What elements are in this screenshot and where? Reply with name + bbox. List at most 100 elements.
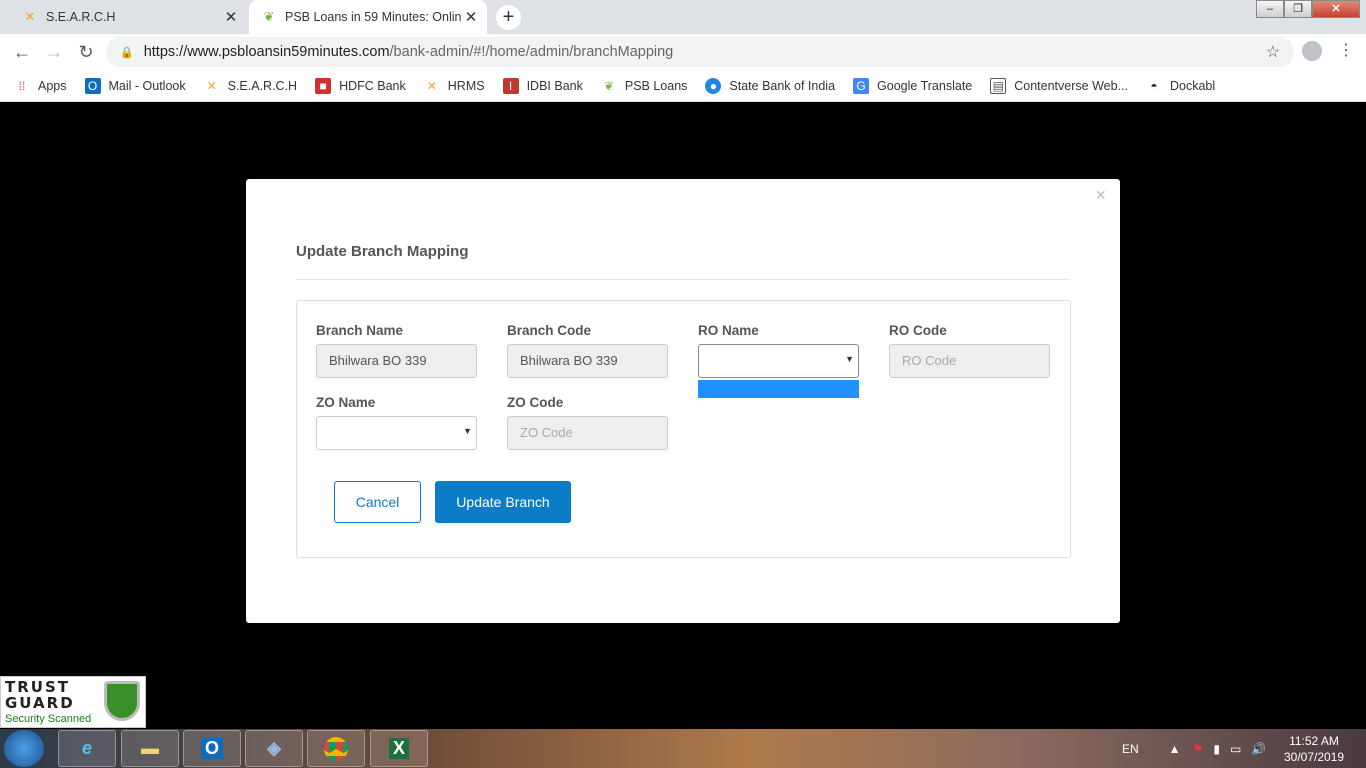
- back-button[interactable]: ←: [6, 42, 38, 63]
- tray-up-icon[interactable]: ▲: [1169, 742, 1181, 756]
- idbi-icon: I: [502, 77, 519, 94]
- trust-guard-badge[interactable]: TRUST GUARD Security Scanned: [0, 676, 146, 728]
- trust-guard-logo: TRUST GUARD: [5, 678, 75, 712]
- bookmark-label: Apps: [38, 78, 67, 93]
- bookmark-label: PSB Loans: [624, 78, 688, 93]
- outlook-icon[interactable]: O: [183, 730, 241, 767]
- clock[interactable]: 11:52 AM 30/07/2019: [1276, 733, 1352, 765]
- ro-name-dropdown-option[interactable]: [698, 380, 859, 398]
- bookmark-search[interactable]: ✕ S.E.A.R.C.H: [204, 78, 298, 94]
- app-icon[interactable]: ◈: [245, 730, 303, 767]
- reload-button[interactable]: ↻: [70, 42, 102, 63]
- excel-icon[interactable]: X: [370, 730, 428, 767]
- power-icon[interactable]: ▮: [1213, 742, 1220, 756]
- psb-logo-icon: ❦: [603, 78, 614, 93]
- forward-button[interactable]: →: [38, 42, 70, 63]
- url-host: https://www.psbloansin59minutes.com: [143, 44, 390, 60]
- zo-code-field: ZO Code ZO Code: [507, 395, 668, 450]
- apps-grid-icon: ⁞⁞: [18, 78, 26, 93]
- update-branch-modal: × Update Branch Mapping Branch Name Bhil…: [246, 179, 1120, 623]
- zo-code-input: ZO Code: [507, 416, 668, 450]
- hrms-icon: ✕: [426, 78, 437, 93]
- bookmark-outlook[interactable]: O Mail - Outlook: [84, 77, 186, 94]
- tab-search[interactable]: ✕ S.E.A.R.C.H ✕: [0, 0, 247, 34]
- bookmark-hrms[interactable]: ✕ HRMS: [424, 78, 485, 94]
- url-path: /bank-admin/#!/home/admin/branchMapping: [389, 44, 674, 60]
- branch-name-input: Bhilwara BO 339: [316, 344, 477, 378]
- search-logo-icon: ✕: [206, 78, 217, 93]
- start-button[interactable]: [4, 730, 44, 767]
- volume-icon[interactable]: 🔊: [1251, 742, 1266, 756]
- bookmark-sbi[interactable]: ● State Bank of India: [705, 77, 836, 94]
- minimize-button[interactable]: –: [1256, 0, 1284, 18]
- new-tab-button[interactable]: +: [496, 5, 521, 30]
- branch-code-label: Branch Code: [507, 323, 592, 338]
- search-logo-icon: ✕: [24, 9, 36, 24]
- bookmark-label: IDBI Bank: [526, 78, 583, 93]
- address-bar[interactable]: 🔒 https://www.psbloansin59minutes.com/ba…: [106, 37, 1294, 67]
- tab-title: S.E.A.R.C.H: [46, 10, 116, 24]
- bookmark-hdfc[interactable]: ■ HDFC Bank: [315, 77, 406, 94]
- modal-title: Update Branch Mapping: [296, 243, 469, 260]
- bookmark-contentverse[interactable]: ▤ Contentverse Web...: [990, 77, 1128, 94]
- bookmark-star-icon[interactable]: ☆: [1266, 42, 1280, 62]
- branch-code-input: Bhilwara BO 339: [507, 344, 668, 378]
- menu-dots-icon[interactable]: ⋮: [1338, 40, 1354, 60]
- contentverse-icon: ▤: [990, 77, 1007, 94]
- dropdown-arrow-icon: ▼: [463, 426, 472, 436]
- bookmark-label: Contentverse Web...: [1014, 78, 1128, 93]
- language-indicator[interactable]: EN: [1122, 742, 1139, 756]
- sbi-icon: ●: [705, 77, 722, 94]
- bookmarks-bar: ⁞⁞ Apps O Mail - Outlook ✕ S.E.A.R.C.H ■ HDF…: [0, 70, 1366, 102]
- zo-name-select[interactable]: ▼: [316, 416, 477, 450]
- window-close-button[interactable]: ✕: [1312, 0, 1360, 18]
- profile-avatar[interactable]: [1302, 41, 1322, 61]
- window-controls: – ❐ ✕: [1256, 0, 1360, 18]
- outlook-icon: O: [84, 77, 101, 94]
- shield-icon: [104, 681, 140, 721]
- clock-time: 11:52 AM: [1289, 734, 1339, 748]
- hdfc-icon: ■: [315, 77, 332, 94]
- dropdown-arrow-icon: ▼: [845, 354, 854, 364]
- branch-code-field: Branch Code Bhilwara BO 339: [507, 323, 668, 378]
- bookmark-label: HDFC Bank: [339, 78, 406, 93]
- clock-date: 30/07/2019: [1283, 750, 1345, 764]
- ro-name-field: RO Name ▼: [698, 323, 859, 378]
- maximize-button[interactable]: ❐: [1284, 0, 1312, 18]
- form-panel: Branch Name Bhilwara BO 339 Branch Code …: [296, 300, 1071, 558]
- psb-logo-icon: ❦: [263, 9, 275, 24]
- bookmark-idbi[interactable]: I IDBI Bank: [502, 77, 583, 94]
- system-tray: EN ▲ ⚑ ▮ ▭ 🔊: [1122, 729, 1266, 768]
- bookmark-label: HRMS: [447, 78, 485, 93]
- close-icon[interactable]: ✕: [461, 8, 481, 26]
- cancel-button[interactable]: Cancel: [334, 481, 421, 523]
- bookmark-psb[interactable]: ❦ PSB Loans: [601, 78, 688, 94]
- bookmark-apps[interactable]: ⁞⁞ Apps: [14, 78, 67, 94]
- ro-code-input: RO Code: [889, 344, 1050, 378]
- ro-code-label: RO Code: [889, 323, 947, 338]
- file-explorer-icon[interactable]: ▬: [121, 730, 179, 767]
- branch-name-field: Branch Name Bhilwara BO 339: [316, 323, 477, 378]
- close-icon[interactable]: ✕: [221, 8, 241, 26]
- tab-psb-loans[interactable]: ❦ PSB Loans in 59 Minutes: Online ✕: [249, 0, 487, 34]
- divider: [296, 279, 1070, 280]
- bookmark-label: State Bank of India: [729, 78, 836, 93]
- zo-name-field: ZO Name ▼: [316, 395, 477, 450]
- bookmark-translate[interactable]: G Google Translate: [853, 77, 972, 94]
- flag-icon[interactable]: ⚑: [1193, 742, 1204, 756]
- translate-icon: G: [853, 77, 870, 94]
- browser-tab-strip: ✕ S.E.A.R.C.H ✕ ❦ PSB Loans in 59 Minute…: [0, 0, 1366, 34]
- ro-name-select[interactable]: ▼: [698, 344, 859, 378]
- zo-name-label: ZO Name: [316, 395, 376, 410]
- bookmark-label: Dockabl: [1169, 78, 1216, 93]
- bookmark-label: S.E.A.R.C.H: [227, 78, 298, 93]
- update-branch-button[interactable]: Update Branch: [435, 481, 571, 523]
- ie-icon[interactable]: e: [58, 730, 116, 767]
- browser-toolbar: ← → ↻ 🔒 https://www.psbloansin59minutes.…: [0, 34, 1366, 70]
- windows-taskbar: e ▬ O ◈ X EN ▲ ⚑ ▮ ▭ 🔊 11:52 AM 30/07/20…: [0, 729, 1366, 768]
- bookmark-dockabl[interactable]: ◓ Dockabl: [1146, 78, 1215, 94]
- close-icon[interactable]: ×: [1095, 185, 1106, 206]
- zo-code-label: ZO Code: [507, 395, 564, 410]
- chrome-icon[interactable]: [307, 730, 365, 767]
- network-icon[interactable]: ▭: [1230, 742, 1241, 756]
